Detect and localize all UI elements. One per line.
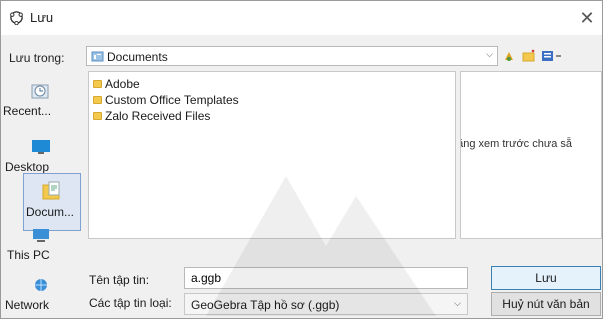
places-bar: Recent... Desktop Docum... This PC Netwo…: [1, 73, 83, 318]
new-folder-button[interactable]: [521, 48, 537, 64]
look-in-dropdown[interactable]: Documents ⌵: [86, 46, 498, 66]
chevron-down-icon: ⌵: [486, 49, 493, 59]
recent-icon: [31, 84, 49, 99]
up-folder-button[interactable]: [501, 48, 517, 64]
window-title: Lưu: [30, 10, 54, 25]
network-icon: [35, 279, 47, 291]
place-label: Docum...: [26, 205, 75, 219]
close-icon: ✕: [579, 7, 595, 28]
new-folder-icon: [522, 49, 535, 62]
app-icon: [10, 11, 23, 25]
folder-icon: [93, 96, 102, 104]
file-type-dropdown[interactable]: GeoGebra Tập hồ sơ (.ggb) ⌵: [184, 293, 468, 315]
up-folder-icon: [505, 52, 513, 61]
place-label: Recent...: [3, 104, 52, 118]
title-bar: Lưu ✕: [1, 1, 602, 35]
documents-icon: [42, 181, 60, 200]
save-dialog: Lưu ✕ Lưu trong: Documents ⌵ Recent... D…: [0, 0, 603, 319]
this-pc-icon: [33, 229, 49, 242]
file-name-input[interactable]: [184, 267, 468, 289]
place-label: Desktop: [5, 160, 50, 174]
place-recent[interactable]: Recent...: [1, 75, 81, 131]
list-item[interactable]: Custom Office Templates: [93, 92, 239, 108]
desktop-icon: [32, 140, 50, 154]
chevron-down-icon: ⌵: [454, 298, 461, 308]
cancel-button[interactable]: Huỷ nút văn bản: [491, 292, 601, 316]
place-label: This PC: [7, 248, 50, 262]
file-name: Custom Office Templates: [105, 93, 239, 107]
file-name-label: Tên tập tin:: [89, 273, 150, 287]
save-button[interactable]: Lưu: [491, 266, 601, 290]
file-name: Adobe: [105, 77, 140, 91]
documents-folder-icon: [91, 51, 104, 62]
file-name: Zalo Received Files: [105, 109, 211, 123]
file-type-value: GeoGebra Tập hồ sơ (.ggb): [191, 298, 340, 312]
preview-message: năng xem trước chưa sẵ: [460, 138, 572, 150]
file-type-label: Các tập tin loại:: [89, 296, 172, 310]
place-label: Network: [5, 298, 50, 312]
list-item[interactable]: Zalo Received Files: [93, 108, 210, 124]
preview-panel: năng xem trước chưa sẵ: [460, 71, 602, 239]
view-list-icon: [542, 51, 561, 61]
file-list[interactable]: Adobe Custom Office Templates Zalo Recei…: [88, 71, 456, 239]
place-network[interactable]: Network: [1, 271, 81, 318]
folder-icon: [93, 112, 102, 120]
folder-icon: [93, 80, 102, 88]
view-menu-button[interactable]: [541, 48, 563, 64]
close-button[interactable]: ✕: [570, 1, 602, 35]
place-this-pc[interactable]: This PC: [1, 221, 81, 277]
look-in-value: Documents: [107, 50, 168, 64]
look-in-label: Lưu trong:: [9, 51, 65, 65]
toolbar: [501, 46, 563, 66]
list-item[interactable]: Adobe: [93, 76, 140, 92]
